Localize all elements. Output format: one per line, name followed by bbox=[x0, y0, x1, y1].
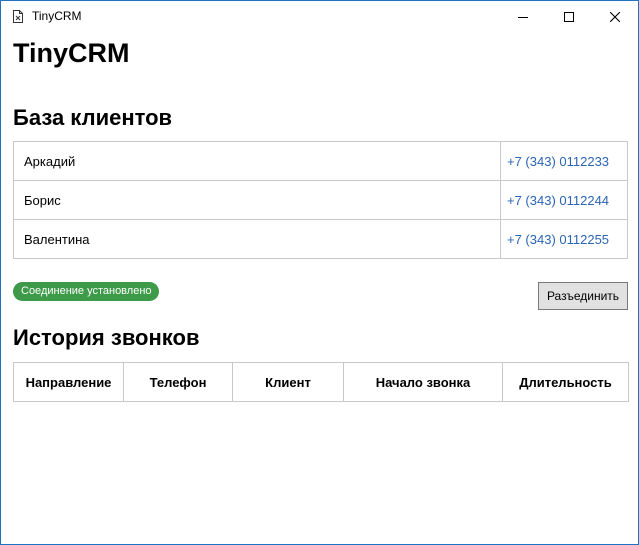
client-name: Валентина bbox=[13, 219, 501, 259]
disconnect-button[interactable]: Разъединить bbox=[538, 282, 628, 310]
column-header-client[interactable]: Клиент bbox=[232, 362, 344, 402]
app-title: TinyCRM bbox=[13, 38, 130, 68]
clients-heading: База клиентов bbox=[13, 105, 173, 130]
minimize-button[interactable] bbox=[500, 1, 546, 32]
client-row[interactable]: Аркадий +7 (343) 0112233 bbox=[13, 141, 628, 181]
minimize-icon bbox=[518, 16, 528, 18]
window-title: TinyCRM bbox=[32, 9, 82, 23]
maximize-button[interactable] bbox=[546, 1, 592, 32]
client-row[interactable]: Борис +7 (343) 0112244 bbox=[13, 180, 628, 220]
column-header-call-start[interactable]: Начало звонка bbox=[343, 362, 503, 402]
close-button[interactable] bbox=[592, 1, 638, 32]
client-phone-link[interactable]: +7 (343) 0112255 bbox=[500, 219, 628, 259]
client-name: Борис bbox=[13, 180, 501, 220]
column-header-duration[interactable]: Длительность bbox=[502, 362, 629, 402]
call-history-heading: История звонков bbox=[13, 325, 200, 350]
call-history-header-row: Направление Телефон Клиент Начало звонка… bbox=[13, 362, 629, 402]
column-header-direction[interactable]: Направление bbox=[13, 362, 124, 402]
client-row[interactable]: Валентина +7 (343) 0112255 bbox=[13, 219, 628, 259]
column-header-phone[interactable]: Телефон bbox=[123, 362, 233, 402]
app-window: TinyCRM TinyCRM База клиентов Аркадий +7… bbox=[0, 0, 639, 545]
maximize-icon bbox=[564, 11, 574, 22]
client-name: Аркадий bbox=[13, 141, 501, 181]
connection-status-badge: Соединение установлено bbox=[13, 282, 159, 301]
app-icon bbox=[13, 10, 23, 23]
client-phone-link[interactable]: +7 (343) 0112233 bbox=[500, 141, 628, 181]
title-bar[interactable]: TinyCRM bbox=[1, 1, 638, 32]
close-icon bbox=[610, 11, 620, 22]
clients-table: Аркадий +7 (343) 0112233 Борис +7 (343) … bbox=[13, 141, 628, 259]
call-history-table: Направление Телефон Клиент Начало звонка… bbox=[13, 362, 629, 402]
client-phone-link[interactable]: +7 (343) 0112244 bbox=[500, 180, 628, 220]
